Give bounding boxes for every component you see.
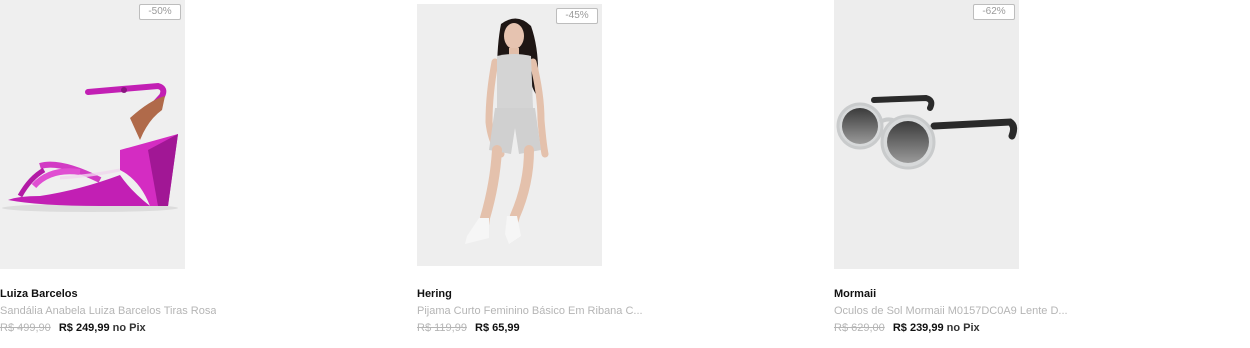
pix-label: no Pix xyxy=(112,322,146,334)
new-price: R$ 249,99 xyxy=(58,322,110,334)
price-row: R$ 629,00 R$ 239,99 no Pix xyxy=(834,322,980,334)
product-brand: Luiza Barcelos xyxy=(0,288,78,300)
discount-badge: -45% xyxy=(556,8,598,24)
discount-badge: -50% xyxy=(139,4,181,20)
new-price: R$ 65,99 xyxy=(475,322,520,334)
product-image[interactable]: -62% xyxy=(834,0,1019,269)
product-card-mormaii[interactable]: -62% Mormaii Oculos de Sol Mormaii M0157… xyxy=(834,0,1234,348)
product-title[interactable]: Pijama Curto Feminino Básico Em Ribana C… xyxy=(417,305,643,317)
product-image[interactable]: -45% xyxy=(417,4,602,266)
discount-badge: -62% xyxy=(973,4,1015,20)
old-price: R$ 499,90 xyxy=(0,322,51,334)
product-title[interactable]: Oculos de Sol Mormaii M0157DC0A9 Lente D… xyxy=(834,305,1068,317)
price-row: R$ 119,99 R$ 65,99 xyxy=(417,322,520,334)
pix-label: no Pix xyxy=(946,322,980,334)
old-price: R$ 119,99 xyxy=(417,322,467,334)
pink-wedge-sandal-image xyxy=(0,0,185,269)
product-card-luiza-barcelos[interactable]: -50% Luiza Barcelos Sandália Anabela Lui… xyxy=(0,0,400,348)
product-grid: -50% Luiza Barcelos Sandália Anabela Lui… xyxy=(0,0,1250,348)
product-title[interactable]: Sandália Anabela Luiza Barcelos Tiras Ro… xyxy=(0,305,216,317)
round-sunglasses-image xyxy=(834,0,1019,269)
product-brand: Mormaii xyxy=(834,288,877,300)
product-image[interactable]: -50% xyxy=(0,0,185,269)
new-price: R$ 239,99 xyxy=(892,322,944,334)
product-card-hering[interactable]: -45% Hering Pijama Curto Feminino Básico… xyxy=(417,0,817,348)
product-brand: Hering xyxy=(417,288,452,300)
model-gray-pajama-image xyxy=(417,4,602,266)
old-price: R$ 629,00 xyxy=(834,322,885,334)
price-row: R$ 499,90 R$ 249,99 no Pix xyxy=(0,322,146,334)
